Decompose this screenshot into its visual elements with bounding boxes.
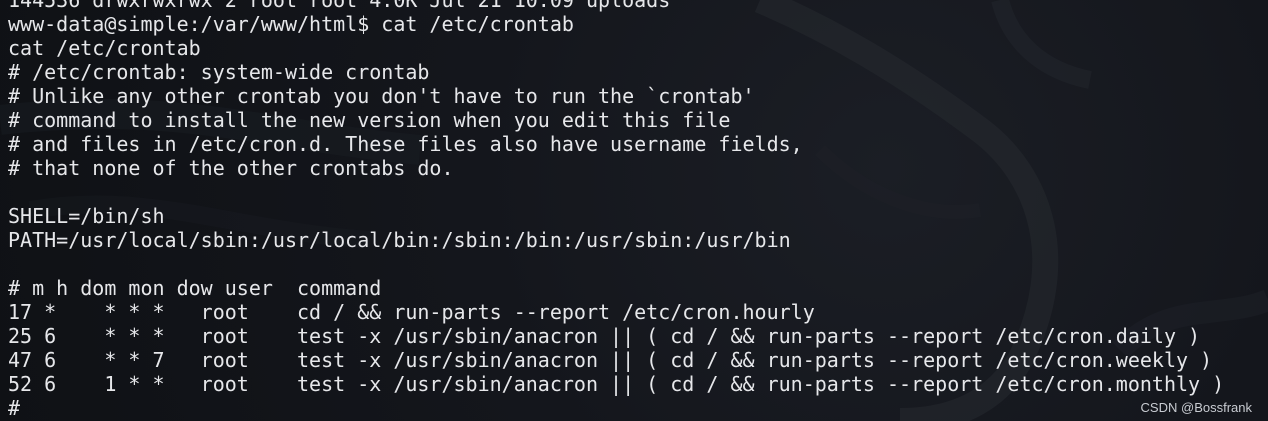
terminal-line-13: # m h dom mon dow user command <box>8 276 382 300</box>
terminal-line-4: # /etc/crontab: system-wide crontab <box>8 60 430 84</box>
terminal-line-10: SHELL=/bin/sh <box>8 204 165 228</box>
terminal-line-12 <box>8 252 1224 276</box>
terminal-line-5: # Unlike any other crontab you don't hav… <box>8 84 755 108</box>
terminal-line-7: # and files in /etc/cron.d. These files … <box>8 132 803 156</box>
terminal-line-1: 144536 drwxrwxrwx 2 root root 4.0K Jul 2… <box>8 0 671 12</box>
terminal-line-9 <box>8 180 1224 204</box>
terminal-line-8: # that none of the other crontabs do. <box>8 156 454 180</box>
terminal-output: 144536 drwxrwxrwx 2 root root 4.0K Jul 2… <box>8 0 1224 420</box>
terminal-line-6: # command to install the new version whe… <box>8 108 731 132</box>
terminal-line-15: 25 6 * * * root test -x /usr/sbin/anacro… <box>8 324 1201 348</box>
terminal-line-16: 47 6 * * 7 root test -x /usr/sbin/anacro… <box>8 348 1213 372</box>
terminal-line-3: cat /etc/crontab <box>8 36 201 60</box>
terminal-line-2: www-data@simple:/var/www/html$ cat /etc/… <box>8 12 574 36</box>
terminal-line-17: 52 6 1 * * root test -x /usr/sbin/anacro… <box>8 372 1225 396</box>
source-caption: CSDN @Bossfrank <box>1140 400 1252 415</box>
terminal-line-18: # <box>8 396 21 420</box>
terminal-line-14: 17 * * * * root cd / && run-parts --repo… <box>8 300 815 324</box>
terminal-line-11: PATH=/usr/local/sbin:/usr/local/bin:/sbi… <box>8 228 791 252</box>
terminal-window[interactable]: 144536 drwxrwxrwx 2 root root 4.0K Jul 2… <box>0 0 1268 421</box>
